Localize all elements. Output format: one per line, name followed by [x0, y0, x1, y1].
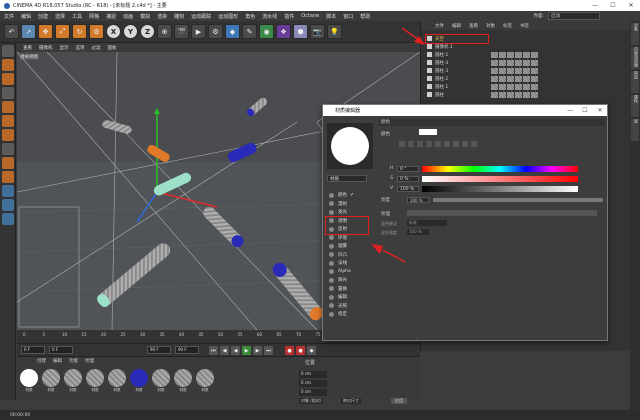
annotation-arrows — [371, 27, 425, 263]
